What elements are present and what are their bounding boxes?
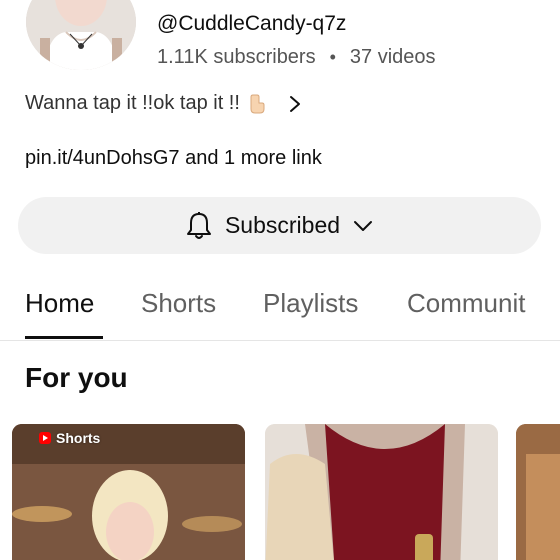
shorts-badge-label: Shorts xyxy=(56,430,101,446)
tab-home[interactable]: Home xyxy=(25,288,94,319)
active-tab-indicator xyxy=(25,336,103,339)
subscribed-button[interactable]: Subscribed xyxy=(18,197,541,254)
avatar-image xyxy=(26,0,136,70)
channel-tabs: Home Shorts Playlists Communit xyxy=(0,276,560,341)
description-text: Wanna tap it !!ok tap it !! xyxy=(25,92,240,114)
short-card[interactable] xyxy=(265,424,498,560)
shorts-logo-icon xyxy=(39,432,51,444)
shorts-badge: Shorts xyxy=(38,430,100,446)
channel-links[interactable]: pin.it/4unDohsG7 and 1 more link xyxy=(25,147,322,170)
short-card[interactable] xyxy=(516,424,560,560)
bell-icon xyxy=(186,211,211,239)
channel-page: @CuddleCandy-q7z 1.11K subscribers • 37 … xyxy=(0,0,560,560)
channel-avatar[interactable] xyxy=(26,0,136,70)
subscribed-label: Subscribed xyxy=(224,212,341,238)
channel-meta: 1.11K subscribers • 37 videos xyxy=(157,46,436,69)
short-thumbnail xyxy=(516,424,560,560)
subscriber-count: 1.11K subscribers xyxy=(157,46,316,68)
chevron-down-icon xyxy=(354,220,373,231)
pointing-hand-icon xyxy=(250,94,265,113)
short-thumbnail xyxy=(265,424,498,560)
short-card[interactable]: Shorts xyxy=(12,424,245,560)
channel-handle: @CuddleCandy-q7z xyxy=(157,12,347,35)
chevron-right-icon[interactable] xyxy=(288,94,302,114)
tab-shorts[interactable]: Shorts xyxy=(141,288,216,319)
tab-community[interactable]: Communit xyxy=(407,288,525,319)
tab-playlists[interactable]: Playlists xyxy=(263,288,358,319)
video-count: 37 videos xyxy=(349,46,436,68)
section-title: For you xyxy=(25,362,128,393)
meta-separator: • xyxy=(329,47,336,67)
channel-description[interactable]: Wanna tap it !!ok tap it !! xyxy=(25,92,302,115)
